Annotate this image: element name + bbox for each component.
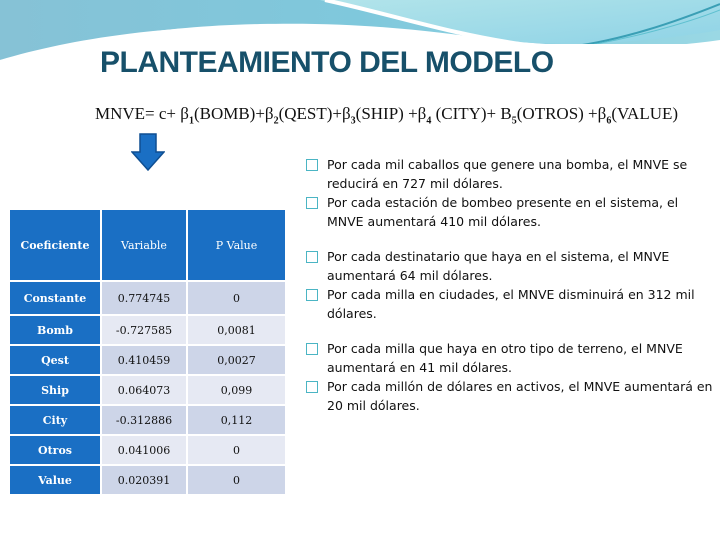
- row-p-value: 0: [188, 282, 285, 314]
- table-header-row: Coeficiente Variable P Value: [10, 210, 285, 280]
- bullet-square-icon: [306, 343, 318, 355]
- list-item: Por cada milla en ciudades, el MNVE dism…: [306, 285, 716, 323]
- row-label: Value: [10, 466, 100, 494]
- row-label: Bomb: [10, 316, 100, 344]
- formula-term: β1(BOMB)+: [180, 104, 265, 127]
- table-row: Constante 0.774745 0: [10, 282, 285, 314]
- table-row: Value 0.020391 0: [10, 466, 285, 494]
- list-item: Por cada milla que haya en otro tipo de …: [306, 339, 716, 377]
- list-item: Por cada mil caballos que genere una bom…: [306, 155, 716, 193]
- formula-term: β3(SHIP) +: [342, 104, 418, 127]
- row-value: 0.064073: [102, 376, 186, 404]
- bullet-square-icon: [306, 381, 318, 393]
- table-row: Otros 0.041006 0: [10, 436, 285, 464]
- row-p-value: 0: [188, 466, 285, 494]
- row-label: Otros: [10, 436, 100, 464]
- formula-term: β4 (CITY)+: [417, 104, 501, 127]
- coefficients-table: Coeficiente Variable P Value Constante 0…: [8, 208, 287, 496]
- row-value: 0.410459: [102, 346, 186, 374]
- row-p-value: 0,112: [188, 406, 285, 434]
- row-p-value: 0,099: [188, 376, 285, 404]
- interpretation-list: Por cada mil caballos que genere una bom…: [306, 155, 716, 415]
- bullet-square-icon: [306, 159, 318, 171]
- row-label: City: [10, 406, 100, 434]
- row-p-value: 0,0081: [188, 316, 285, 344]
- header-variable: Variable: [102, 210, 186, 280]
- formula-term: β6(VALUE): [597, 104, 679, 127]
- row-value: 0.020391: [102, 466, 186, 494]
- table-row: Ship 0.064073 0,099: [10, 376, 285, 404]
- row-value: -0.727585: [102, 316, 186, 344]
- bullet-square-icon: [306, 197, 318, 209]
- header-p-value: P Value: [188, 210, 285, 280]
- row-p-value: 0,0027: [188, 346, 285, 374]
- bullet-square-icon: [306, 289, 318, 301]
- row-value: 0.041006: [102, 436, 186, 464]
- down-arrow-icon: [131, 133, 165, 171]
- list-item: Por cada destinatario que haya en el sis…: [306, 247, 716, 285]
- table-row: Qest 0.410459 0,0027: [10, 346, 285, 374]
- table-row: City -0.312886 0,112: [10, 406, 285, 434]
- row-label: Ship: [10, 376, 100, 404]
- bullet-square-icon: [306, 251, 318, 263]
- header-coeficiente: Coeficiente: [10, 210, 100, 280]
- table-row: Bomb -0.727585 0,0081: [10, 316, 285, 344]
- row-value: -0.312886: [102, 406, 186, 434]
- row-label: Qest: [10, 346, 100, 374]
- row-label: Constante: [10, 282, 100, 314]
- page-title: PLANTEAMIENTO DEL MODELO: [100, 46, 554, 79]
- formula-term: B5(OTROS) +: [500, 104, 598, 127]
- model-formula: MNVE= c+ β1(BOMB)+β2(QEST)+β3(SHIP) +β4 …: [95, 104, 678, 126]
- row-p-value: 0: [188, 436, 285, 464]
- list-item: Por cada millón de dólares en activos, e…: [306, 377, 716, 415]
- formula-lhs: MNVE= c+: [95, 104, 181, 123]
- list-item: Por cada estación de bombeo presente en …: [306, 193, 716, 231]
- row-value: 0.774745: [102, 282, 186, 314]
- formula-term: β2(QEST)+: [264, 104, 342, 127]
